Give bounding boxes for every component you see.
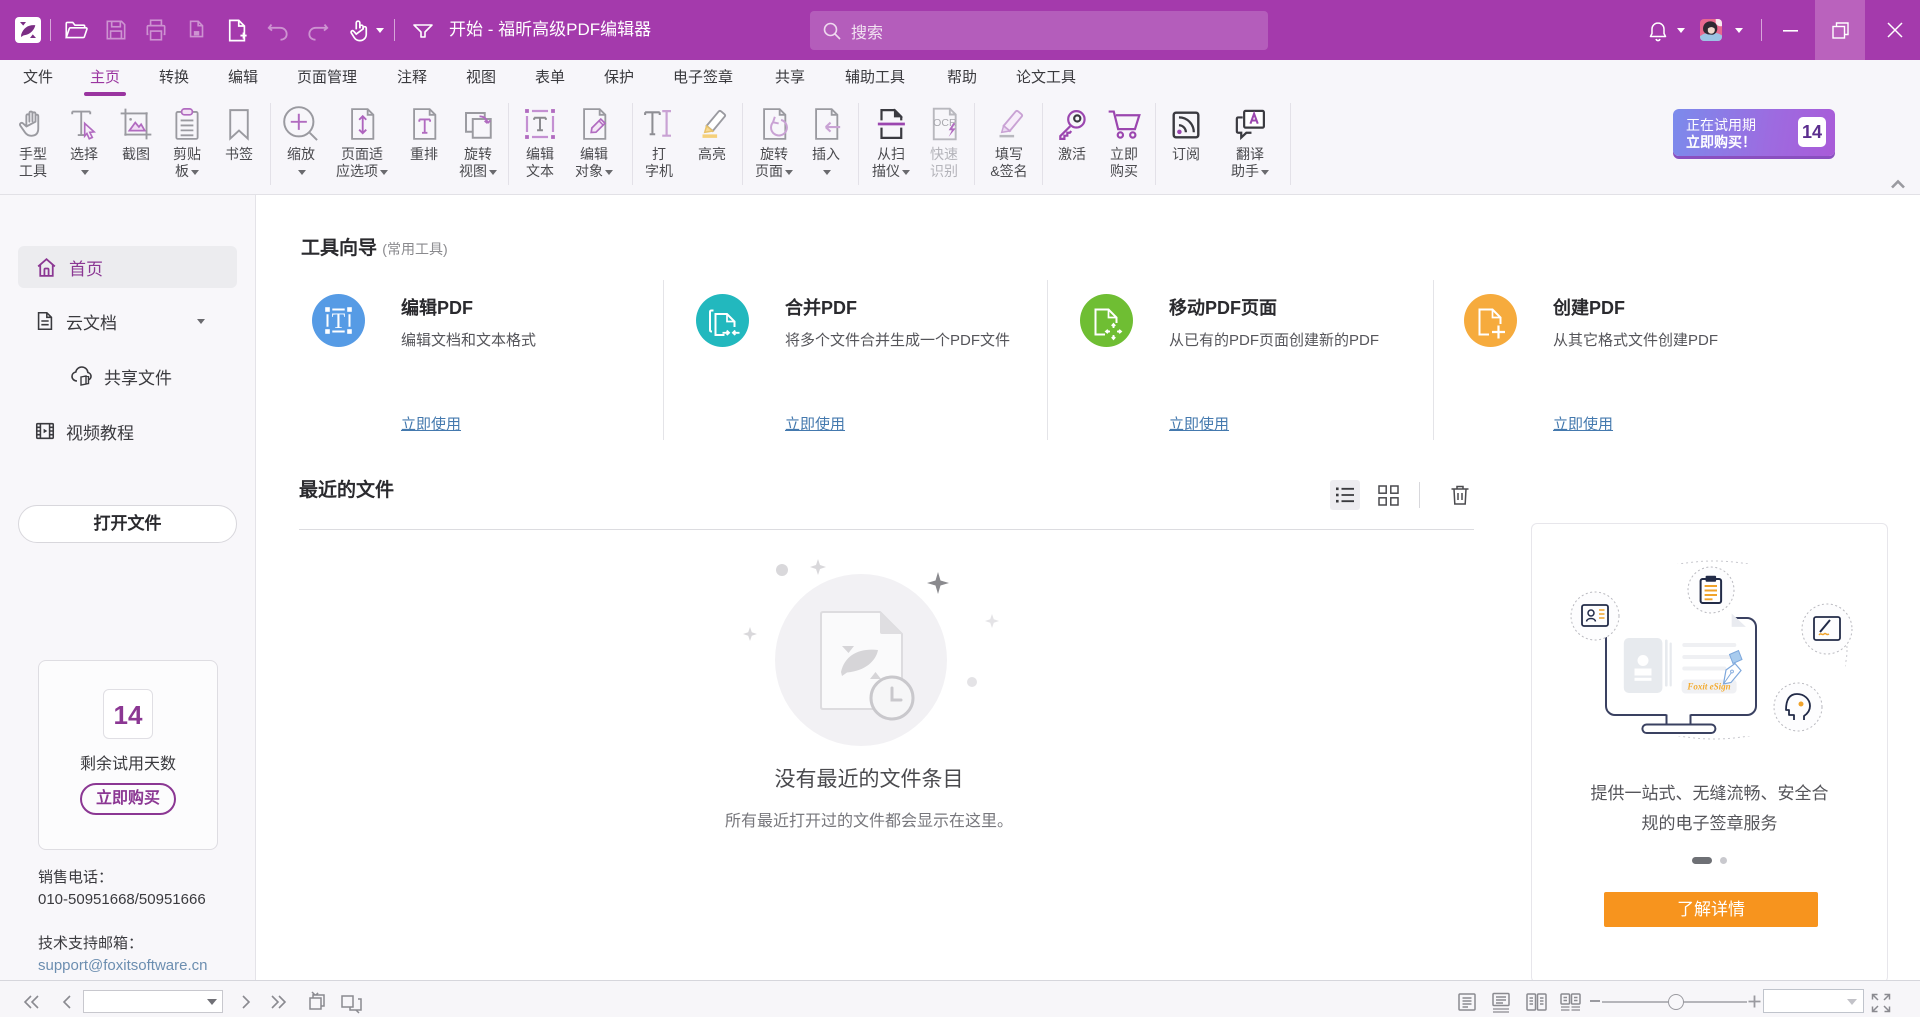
svg-text:T: T (332, 308, 346, 333)
svg-text:OCR: OCR (933, 117, 957, 129)
